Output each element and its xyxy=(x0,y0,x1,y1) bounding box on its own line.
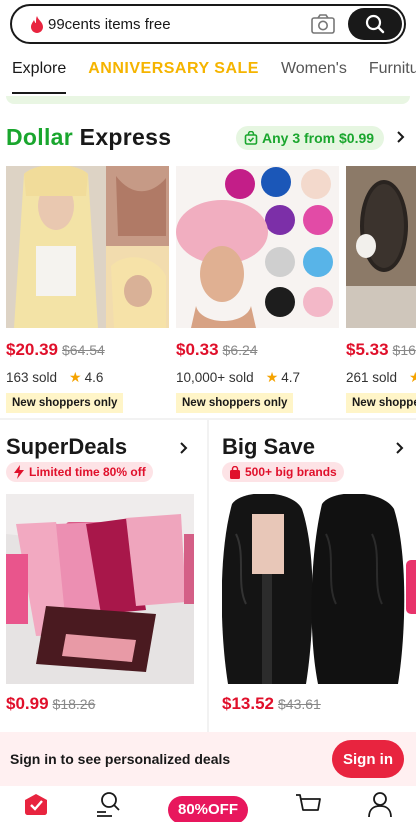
signin-banner: Sign in to see personalized deals Sign i… xyxy=(0,732,416,786)
any3-badge[interactable]: Any 3 from $0.99 xyxy=(236,126,385,150)
product-image-mirror[interactable] xyxy=(346,166,416,328)
product-old-price: $64.54 xyxy=(62,342,105,358)
superdeals-title[interactable]: SuperDeals xyxy=(6,434,127,460)
bigsave-product-image[interactable] xyxy=(222,494,408,684)
search-icon xyxy=(365,14,385,34)
bigsave-title[interactable]: Big Save xyxy=(222,434,315,460)
dollar-express-title[interactable]: Dollar Express xyxy=(6,124,171,151)
search-bar[interactable]: 99cents items free xyxy=(10,4,406,44)
fire-icon xyxy=(30,15,46,33)
profile-icon[interactable] xyxy=(366,790,394,822)
product-image-bonnets[interactable] xyxy=(176,166,339,328)
product-price: $20.39 xyxy=(6,340,58,359)
shopping-bag-icon xyxy=(244,131,258,145)
limited-time-label: Limited time 80% off xyxy=(29,465,146,479)
superdeals-old-price: $18.26 xyxy=(52,696,96,712)
product-card[interactable]: $0.33 $6.24 10,000+ sold ★ 4.7 New shopp… xyxy=(176,166,339,413)
camera-icon[interactable] xyxy=(310,13,336,35)
promo-strip xyxy=(6,96,410,104)
new-shoppers-badge: New shoppers only xyxy=(6,393,124,413)
signin-banner-text: Sign in to see personalized deals xyxy=(10,751,231,767)
product-rating: 4.6 xyxy=(84,370,104,385)
product-old-price: $6.24 xyxy=(222,342,258,358)
bigsave-old-price: $43.61 xyxy=(278,696,321,712)
chevron-right-icon[interactable] xyxy=(394,438,406,458)
tab-explore[interactable]: Explore xyxy=(12,54,67,94)
superdeals-product-image[interactable] xyxy=(6,494,194,684)
limited-time-badge: Limited time 80% off xyxy=(6,462,153,482)
product-price: $5.33 xyxy=(346,340,389,359)
chevron-right-icon[interactable] xyxy=(394,126,408,148)
product-card[interactable]: $5.33 $16 261 sold ★ New shoppe xyxy=(346,166,416,413)
product-price: $0.33 xyxy=(176,340,219,359)
search-button[interactable] xyxy=(348,8,402,40)
search-people-icon[interactable] xyxy=(94,790,122,822)
product-card[interactable]: $20.39 $64.54 163 sold ★ 4.6 New shopper… xyxy=(6,166,169,413)
new-shoppers-badge: New shoppe xyxy=(346,393,416,413)
tab-womens[interactable]: Women's xyxy=(281,54,347,94)
category-tabs: Explore ANNIVERSARY SALE Women's Furnitu xyxy=(0,54,416,96)
floating-side-tab[interactable] xyxy=(406,560,416,614)
new-shoppers-badge: New shoppers only xyxy=(176,393,294,413)
bigsave-price: $13.52 xyxy=(222,694,274,713)
big-brands-label: 500+ big brands xyxy=(245,465,337,479)
search-input[interactable]: 99cents items free xyxy=(48,16,310,33)
any3-badge-label: Any 3 from $0.99 xyxy=(262,130,375,146)
star-icon: ★ xyxy=(409,369,416,385)
product-sold-count: 261 sold xyxy=(346,370,398,385)
tab-anniversary-sale[interactable]: ANNIVERSARY SALE xyxy=(88,54,259,94)
home-icon[interactable] xyxy=(22,790,50,822)
dollar-express-title-green: Dollar xyxy=(6,124,73,150)
superdeals-price: $0.99 xyxy=(6,694,49,713)
product-sold-count: 10,000+ sold xyxy=(176,370,254,385)
column-divider xyxy=(207,420,209,734)
star-icon: ★ xyxy=(69,369,82,385)
dollar-express-title-black: Express xyxy=(72,124,172,150)
product-image-wig[interactable] xyxy=(6,166,169,328)
app-screen: 99cents items free Explore ANNIVERSARY S… xyxy=(0,0,416,822)
star-icon: ★ xyxy=(265,369,279,385)
lightning-icon xyxy=(14,465,24,479)
big-brands-badge: 500+ big brands xyxy=(222,462,344,482)
shopping-bag-icon xyxy=(230,465,240,479)
chevron-right-icon[interactable] xyxy=(178,438,190,458)
product-old-price: $16 xyxy=(392,342,416,358)
product-sold-count: 163 sold xyxy=(6,370,58,385)
tab-furniture[interactable]: Furnitu xyxy=(369,54,416,94)
bottom-nav: 80%OFF xyxy=(0,786,416,822)
signin-button[interactable]: Sign in xyxy=(332,740,404,778)
promo-80-off[interactable]: 80%OFF xyxy=(168,796,248,822)
cart-icon[interactable] xyxy=(294,790,322,822)
product-rating: 4.7 xyxy=(281,370,301,385)
